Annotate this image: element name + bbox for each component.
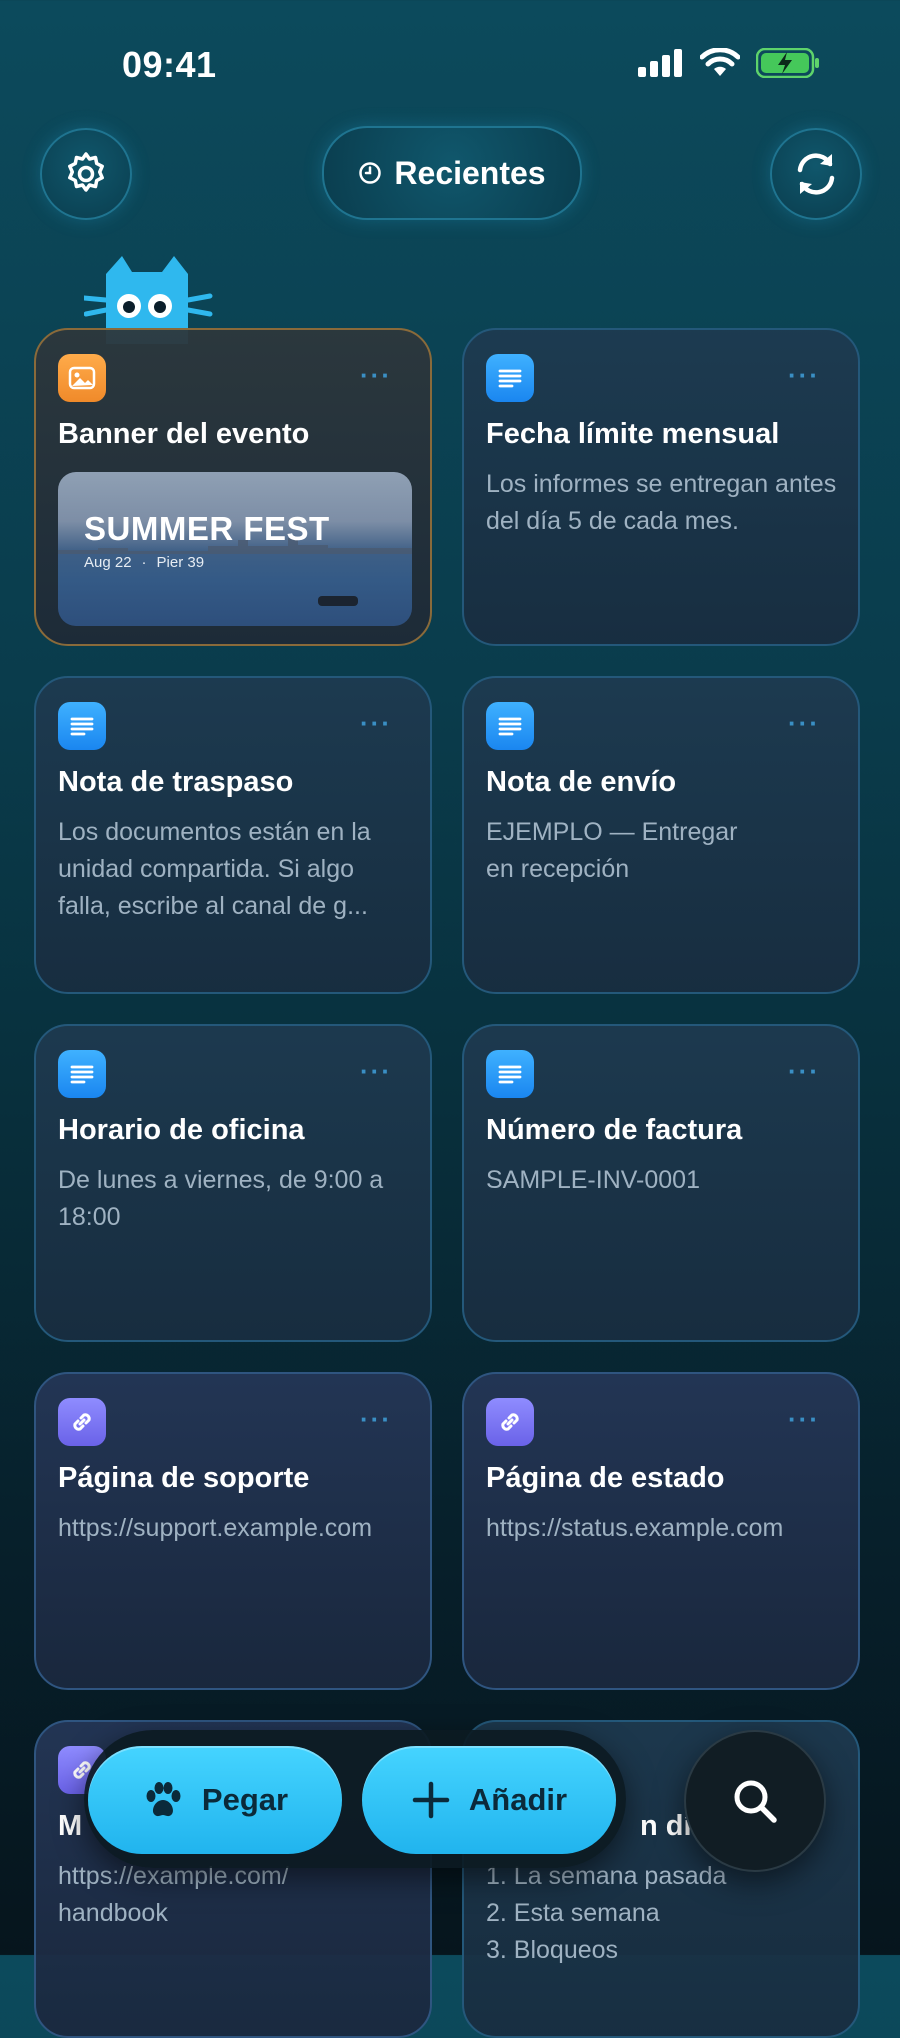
more-options-icon[interactable]: ··· [788, 360, 820, 391]
card-preview: De lunes a viernes, de 9:00 a 18:00 [58, 1166, 384, 1231]
clip-card-event-banner[interactable]: ··· Banner del evento SUMMER FEST Aug 22… [34, 328, 432, 646]
card-title: Nota de envío [486, 766, 677, 798]
card-title: Nota de traspaso [58, 766, 294, 798]
card-title: Fecha límite mensual [486, 418, 780, 450]
card-preview: EJEMPLO — Entregar en recepción [486, 818, 738, 883]
more-options-icon[interactable]: ··· [360, 1056, 392, 1087]
text-note-icon [58, 1050, 106, 1098]
banner-place: Pier 39 [156, 554, 205, 571]
paw-icon [146, 1782, 181, 1817]
card-title: Página de soporte [58, 1462, 310, 1494]
sync-button[interactable] [770, 128, 862, 220]
banner-headline: SUMMER FEST [84, 510, 330, 547]
link-icon [58, 1398, 106, 1446]
card-preview: 1. La semana pasada 2. Esta semana 3. Bl… [486, 1862, 727, 1964]
card-preview: Los informes se entregan antes del día 5… [486, 470, 837, 535]
gear-icon [68, 152, 104, 192]
card-title: Página de estado [486, 1462, 725, 1494]
paste-label: Pegar [201, 1782, 289, 1817]
status-time: 09:41 [122, 44, 217, 85]
clip-card-status-page[interactable]: ··· Página de estado https://status.exam… [462, 1372, 860, 1690]
banner-separator: · [141, 554, 147, 571]
clip-card-invoice-number[interactable]: ··· Número de factura SAMPLE-INV-0001 [462, 1024, 860, 1342]
banner-subtitle: Aug 22 · Pier 39 [84, 554, 214, 571]
more-options-icon[interactable]: ··· [360, 360, 392, 391]
search-icon [734, 1780, 777, 1823]
add-label: Añadir [468, 1782, 568, 1817]
more-options-icon[interactable]: ··· [788, 1056, 820, 1087]
clip-card-monthly-deadline[interactable]: ··· Fecha límite mensual Los informes se… [462, 328, 860, 646]
more-options-icon[interactable]: ··· [360, 1404, 392, 1435]
wifi-icon [700, 48, 740, 76]
recent-filter-label: Recientes [394, 154, 546, 191]
search-button[interactable] [684, 1730, 826, 1872]
more-options-icon[interactable]: ··· [788, 708, 820, 739]
card-preview: https://support.example.com [58, 1514, 373, 1542]
text-note-icon [486, 702, 534, 750]
card-title: Horario de oficina [58, 1114, 305, 1146]
text-note-icon [486, 354, 534, 402]
card-preview: https://status.example.com [486, 1514, 784, 1542]
boat-graphic [318, 596, 358, 606]
text-note-icon [58, 702, 106, 750]
card-preview: SAMPLE-INV-0001 [486, 1166, 700, 1194]
clip-card-shipping-note[interactable]: ··· Nota de envío EJEMPLO — Entregar en … [462, 676, 860, 994]
text-note-icon [486, 1050, 534, 1098]
clip-card-handoff-note[interactable]: ··· Nota de traspaso Los documentos está… [34, 676, 432, 994]
battery-charging-icon [756, 48, 819, 78]
clip-card-office-hours[interactable]: ··· Horario de oficina De lunes a vierne… [34, 1024, 432, 1342]
settings-button[interactable] [40, 128, 132, 220]
cellular-signal-icon [638, 49, 682, 77]
banner-date: Aug 22 [84, 554, 132, 571]
card-title: Número de factura [486, 1114, 743, 1146]
card-title: Banner del evento [58, 418, 310, 450]
card-title: M [58, 1810, 83, 1842]
status-icons [638, 48, 820, 78]
status-bar: 09:41 [0, 0, 900, 120]
clip-card-support-page[interactable]: ··· Página de soporte https://support.ex… [34, 1372, 432, 1690]
card-preview: https://example.com/ handbook [58, 1862, 289, 1927]
more-options-icon[interactable]: ··· [788, 1404, 820, 1435]
plus-icon [412, 1781, 450, 1819]
link-icon [486, 1398, 534, 1446]
more-options-icon[interactable]: ··· [360, 708, 392, 739]
card-preview: Los documentos están en la unidad compar… [58, 818, 371, 920]
event-banner-image: SUMMER FEST Aug 22 · Pier 39 [58, 472, 412, 626]
recent-filter-button[interactable]: Recientes [322, 126, 582, 220]
add-button[interactable]: Añadir [362, 1746, 616, 1854]
image-type-icon [58, 354, 106, 402]
paste-button[interactable]: Pegar [88, 1746, 342, 1854]
clock-icon [359, 162, 382, 184]
refresh-icon [797, 153, 835, 195]
